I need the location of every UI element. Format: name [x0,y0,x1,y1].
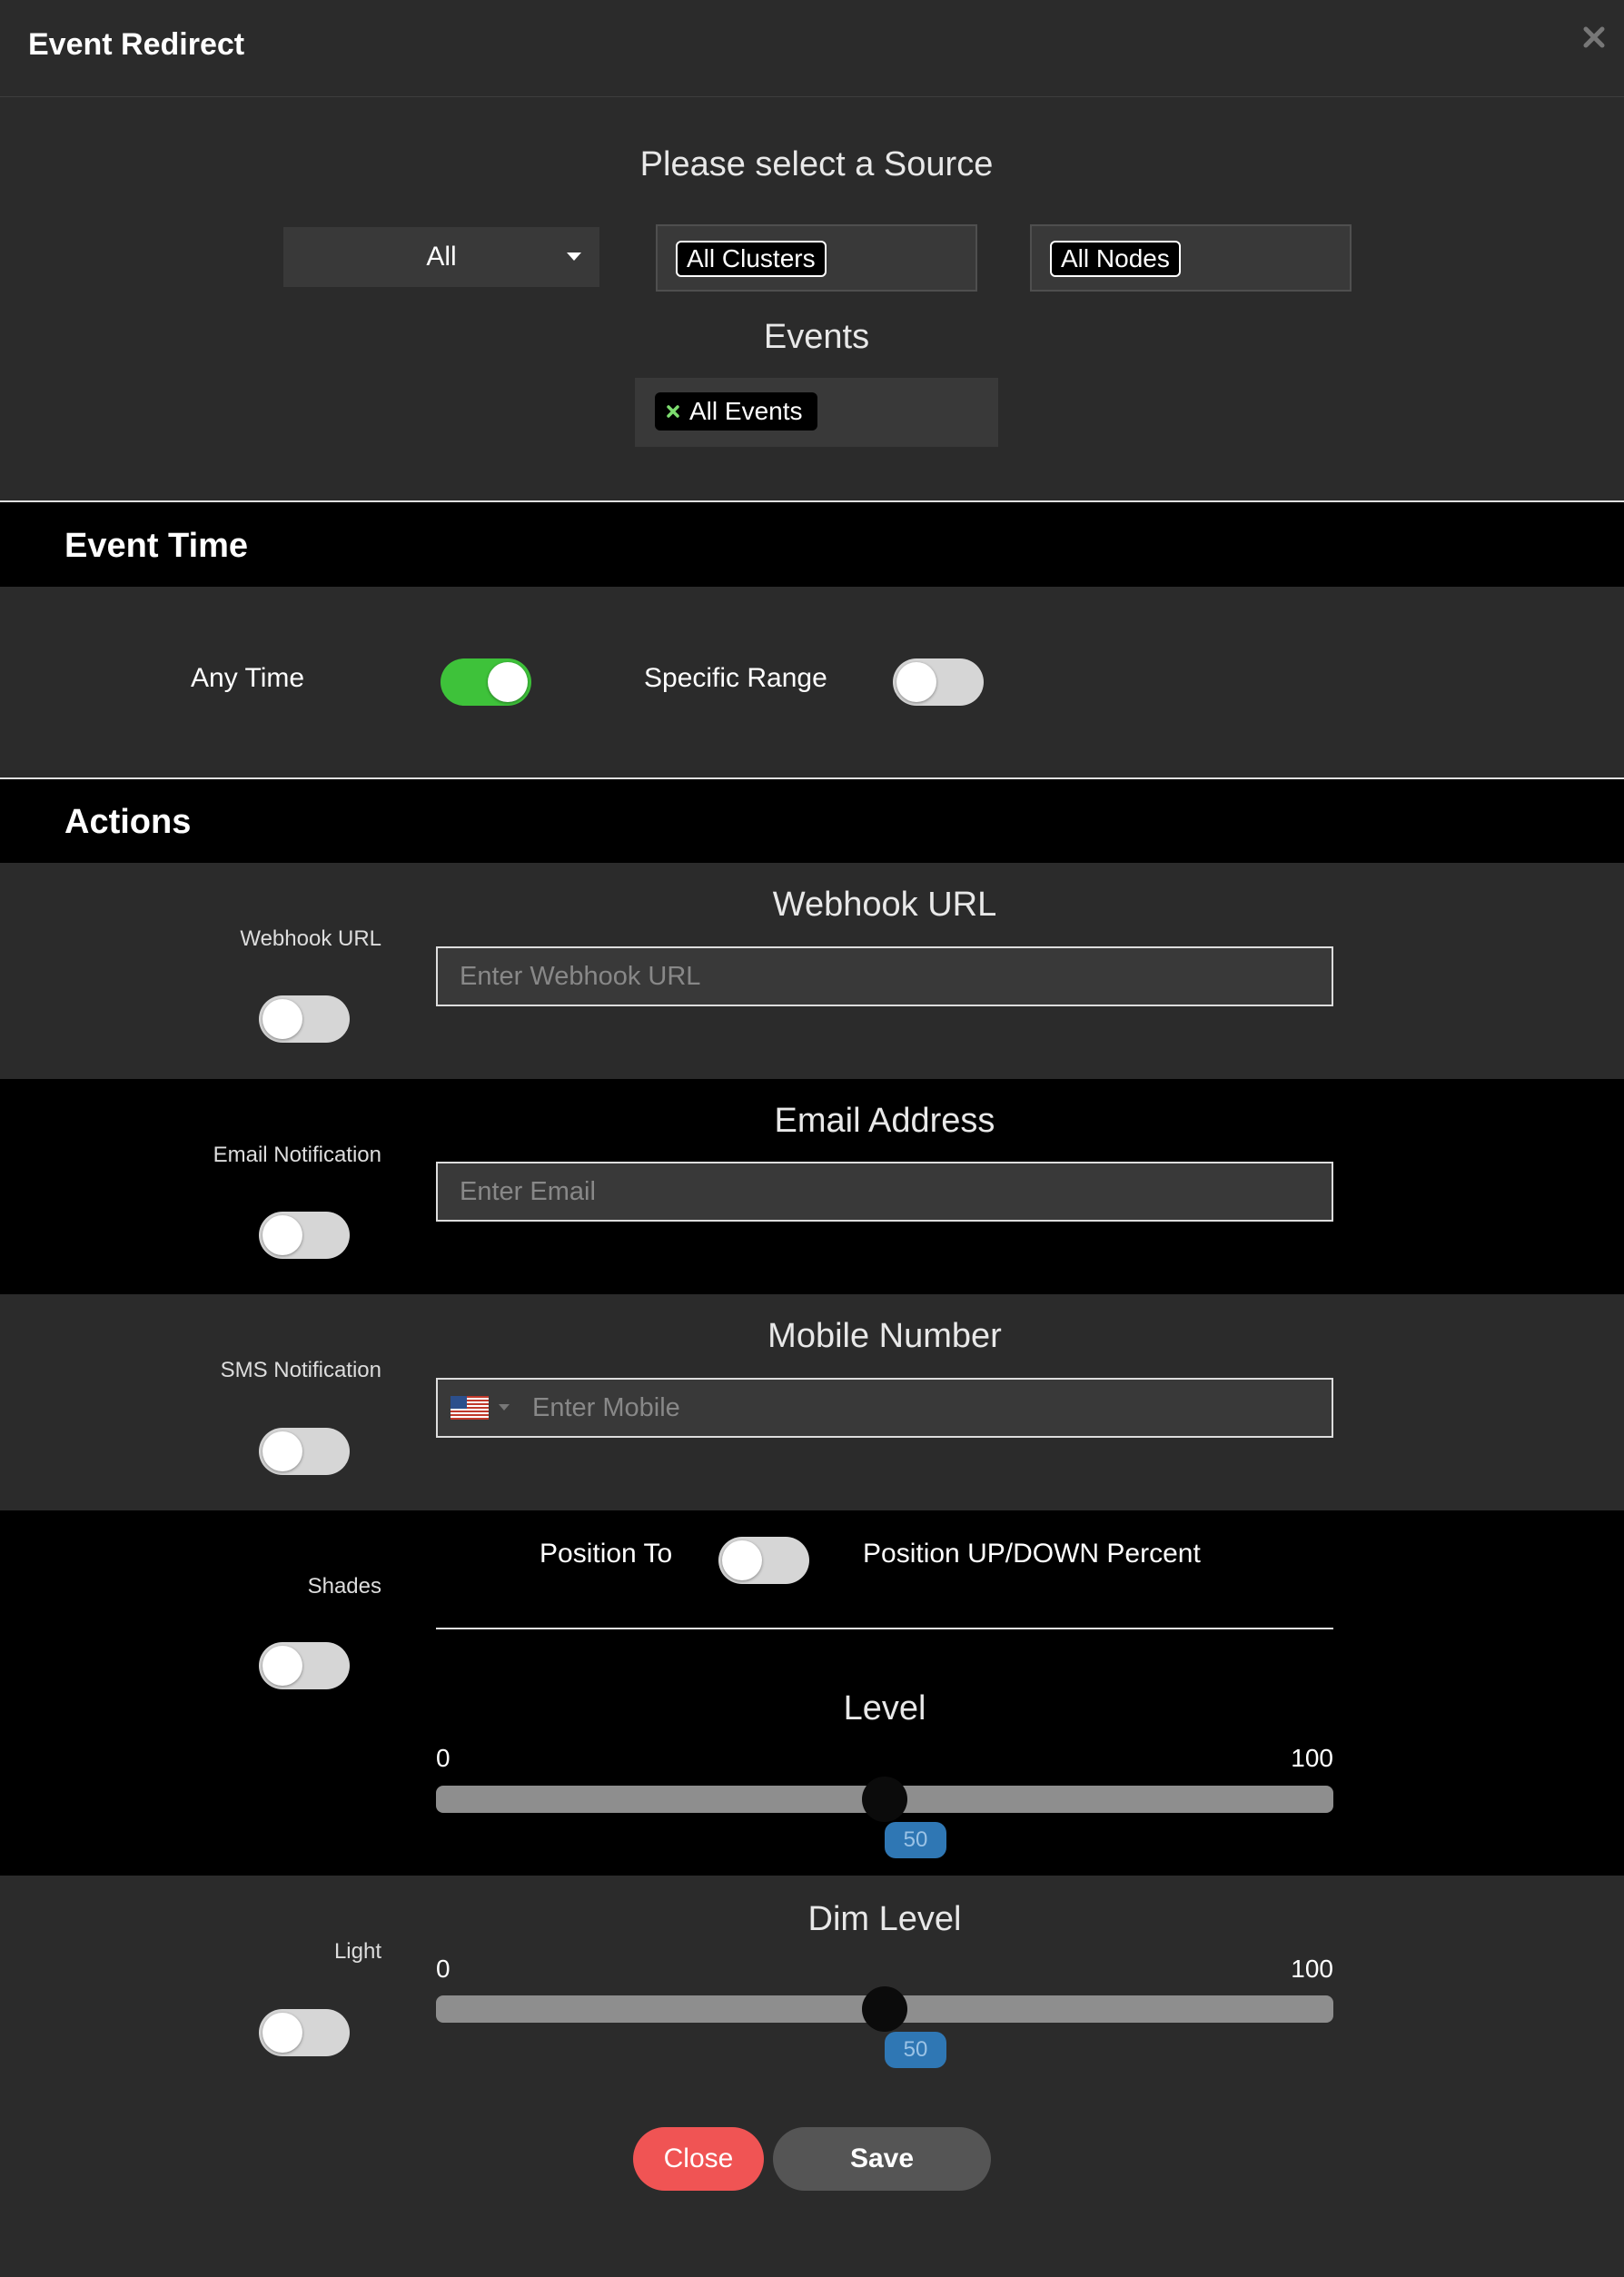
mobile-title: Mobile Number [767,1317,1002,1355]
email-title: Email Address [774,1102,995,1140]
webhook-title: Webhook URL [772,886,997,924]
caret-down-icon [567,252,581,261]
events-tag[interactable]: All Events [655,392,817,431]
save-button[interactable]: Save [773,2127,991,2191]
source-type-value: All [426,242,457,272]
nodes-multiselect[interactable]: All Nodes [1030,224,1352,292]
mobile-input[interactable] [436,1378,1333,1438]
close-icon[interactable] [1580,24,1608,51]
close-button[interactable]: Close [633,2127,764,2191]
us-flag-icon [451,1396,489,1420]
level-min: 0 [436,1744,451,1772]
toggle-knob [262,1215,302,1255]
dim-slider-thumb[interactable] [862,1986,907,2032]
toggle-knob [262,1431,302,1471]
remove-tag-icon[interactable] [666,404,680,419]
any-time-toggle[interactable] [441,658,531,706]
events-multiselect[interactable]: All Events [635,378,998,447]
position-percent-label: Position UP/DOWN Percent [863,1539,1201,1569]
shades-toggle-label: Shades [307,1574,381,1599]
email-toggle[interactable] [259,1212,350,1259]
position-mode-toggle[interactable] [718,1537,809,1584]
events-heading: Events [763,318,870,356]
toggle-knob [896,662,936,702]
actions-header [0,779,1624,863]
level-value-badge: 50 [885,1822,946,1858]
source-heading: Please select a Source [639,145,994,183]
sms-toggle-label: SMS Notification [220,1358,381,1382]
position-to-label: Position To [540,1539,673,1569]
webhook-url-input[interactable] [436,946,1333,1006]
dim-value-badge: 50 [885,2032,946,2068]
divider [436,1628,1333,1629]
webhook-toggle[interactable] [259,995,350,1043]
dim-level-title: Dim Level [807,1900,962,1938]
caret-down-icon [499,1404,510,1411]
light-toggle-label: Light [333,1939,381,1964]
level-max: 100 [1291,1744,1333,1772]
country-select[interactable] [451,1396,510,1420]
toggle-knob [488,662,528,702]
clusters-multiselect[interactable]: All Clusters [656,224,977,292]
sms-toggle[interactable] [259,1428,350,1475]
actions-heading: Actions [64,803,192,841]
dim-min: 0 [436,1955,451,1983]
dim-max: 100 [1291,1955,1333,1983]
toggle-knob [262,2013,302,2053]
nodes-tag[interactable]: All Nodes [1050,241,1181,277]
shades-toggle[interactable] [259,1642,350,1689]
toggle-knob [262,999,302,1039]
level-title: Level [843,1689,926,1728]
toggle-knob [262,1646,302,1686]
source-type-select[interactable]: All [283,227,599,287]
events-tag-label: All Events [689,397,803,425]
light-toggle[interactable] [259,2009,350,2056]
email-toggle-label: Email Notification [213,1143,381,1167]
webhook-toggle-label: Webhook URL [240,926,381,951]
level-slider-thumb[interactable] [862,1777,907,1822]
modal-title: Event Redirect [28,27,245,62]
toggle-knob [722,1540,762,1580]
any-time-label: Any Time [191,663,305,693]
event-time-heading: Event Time [64,527,249,565]
specific-range-label: Specific Range [644,663,827,693]
clusters-tag[interactable]: All Clusters [676,241,827,277]
specific-range-toggle[interactable] [893,658,984,706]
email-input[interactable] [436,1162,1333,1222]
